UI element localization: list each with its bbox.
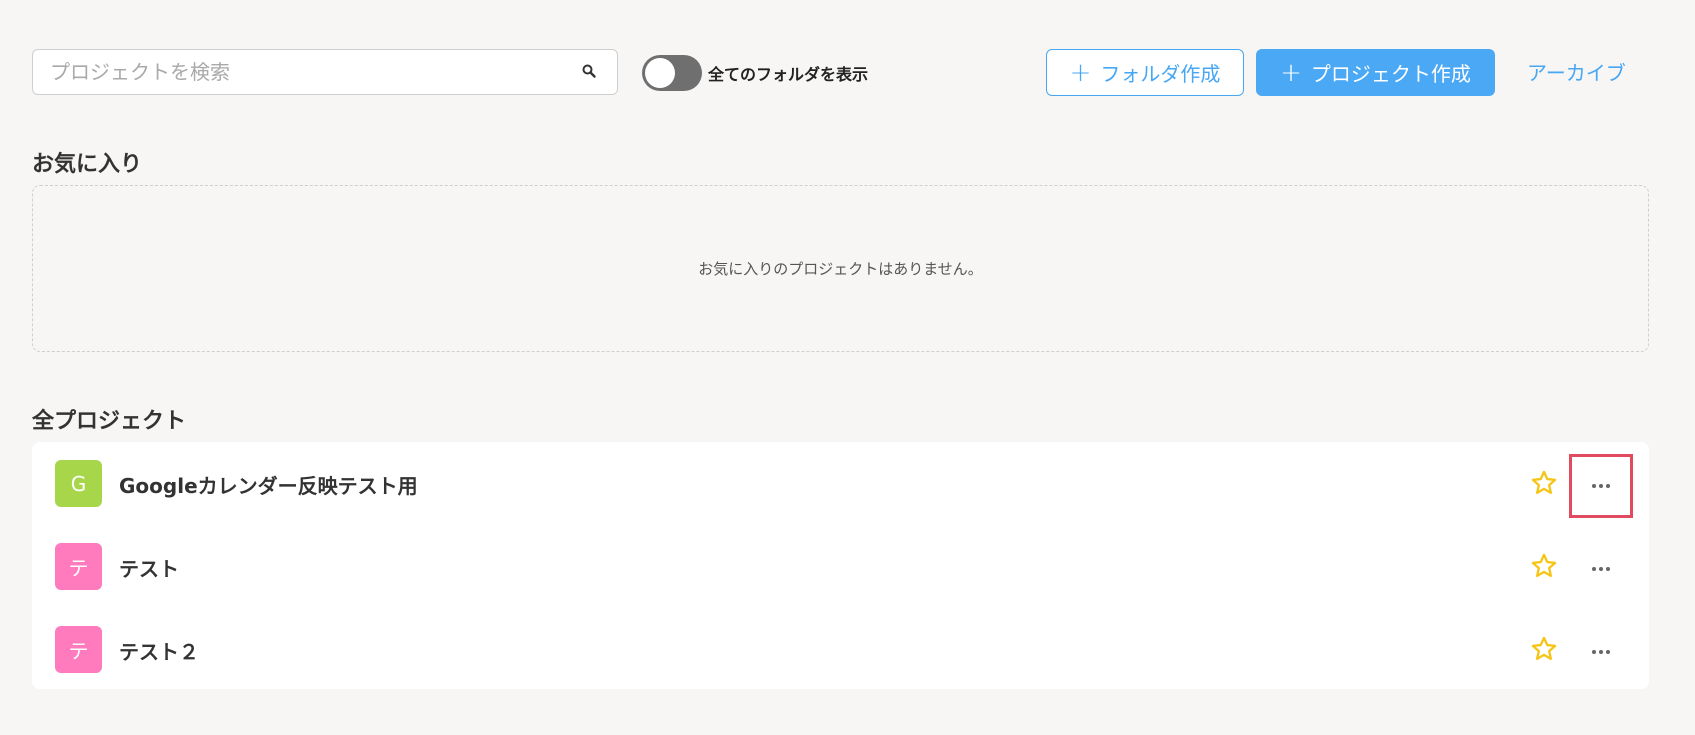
ellipsis-icon — [1592, 567, 1610, 571]
all-projects-title: 全プロジェクト — [32, 409, 187, 434]
project-avatar: G — [55, 460, 102, 507]
project-name[interactable]: Googleカレンダー反映テスト用 — [119, 470, 418, 499]
archive-link[interactable]: アーカイブ — [1527, 57, 1626, 86]
ellipsis-icon — [1592, 484, 1610, 488]
more-options-button[interactable] — [1569, 620, 1633, 684]
star-icon[interactable] — [1530, 552, 1558, 580]
ellipsis-icon — [1592, 650, 1610, 654]
project-avatar: テ — [55, 626, 102, 673]
search-icon[interactable] — [581, 63, 597, 79]
create-folder-label: フォルダ作成 — [1100, 62, 1221, 86]
create-project-button[interactable]: + プロジェクト作成 — [1256, 49, 1495, 96]
project-name[interactable]: テスト — [119, 553, 179, 582]
show-all-folders-toggle[interactable] — [642, 55, 702, 91]
project-avatar: テ — [55, 543, 102, 590]
favorites-dropzone: お気に入りのプロジェクトはありません。 — [32, 185, 1649, 352]
project-name[interactable]: テスト２ — [119, 636, 199, 665]
show-all-folders-label: 全てのフォルダを表示 — [708, 65, 869, 84]
project-row[interactable]: テ テスト２ — [32, 608, 1649, 691]
favorites-title: お気に入り — [32, 152, 143, 177]
search-input[interactable] — [33, 50, 553, 93]
favorites-empty-message: お気に入りのプロジェクトはありません。 — [698, 260, 983, 278]
project-list: G Googleカレンダー反映テスト用 テ テスト テ テスト２ — [32, 442, 1649, 689]
more-options-button[interactable] — [1569, 537, 1633, 601]
plus-icon: + — [1069, 57, 1092, 88]
toggle-knob — [645, 58, 675, 88]
create-project-label: プロジェクト作成 — [1310, 62, 1471, 86]
search-box — [32, 49, 618, 95]
project-row[interactable]: G Googleカレンダー反映テスト用 — [32, 442, 1649, 525]
plus-icon: + — [1280, 57, 1302, 88]
star-icon[interactable] — [1530, 635, 1558, 663]
project-row[interactable]: テ テスト — [32, 525, 1649, 608]
star-icon[interactable] — [1530, 469, 1558, 497]
more-options-button[interactable] — [1569, 454, 1633, 518]
create-folder-button[interactable]: + フォルダ作成 — [1046, 49, 1244, 96]
